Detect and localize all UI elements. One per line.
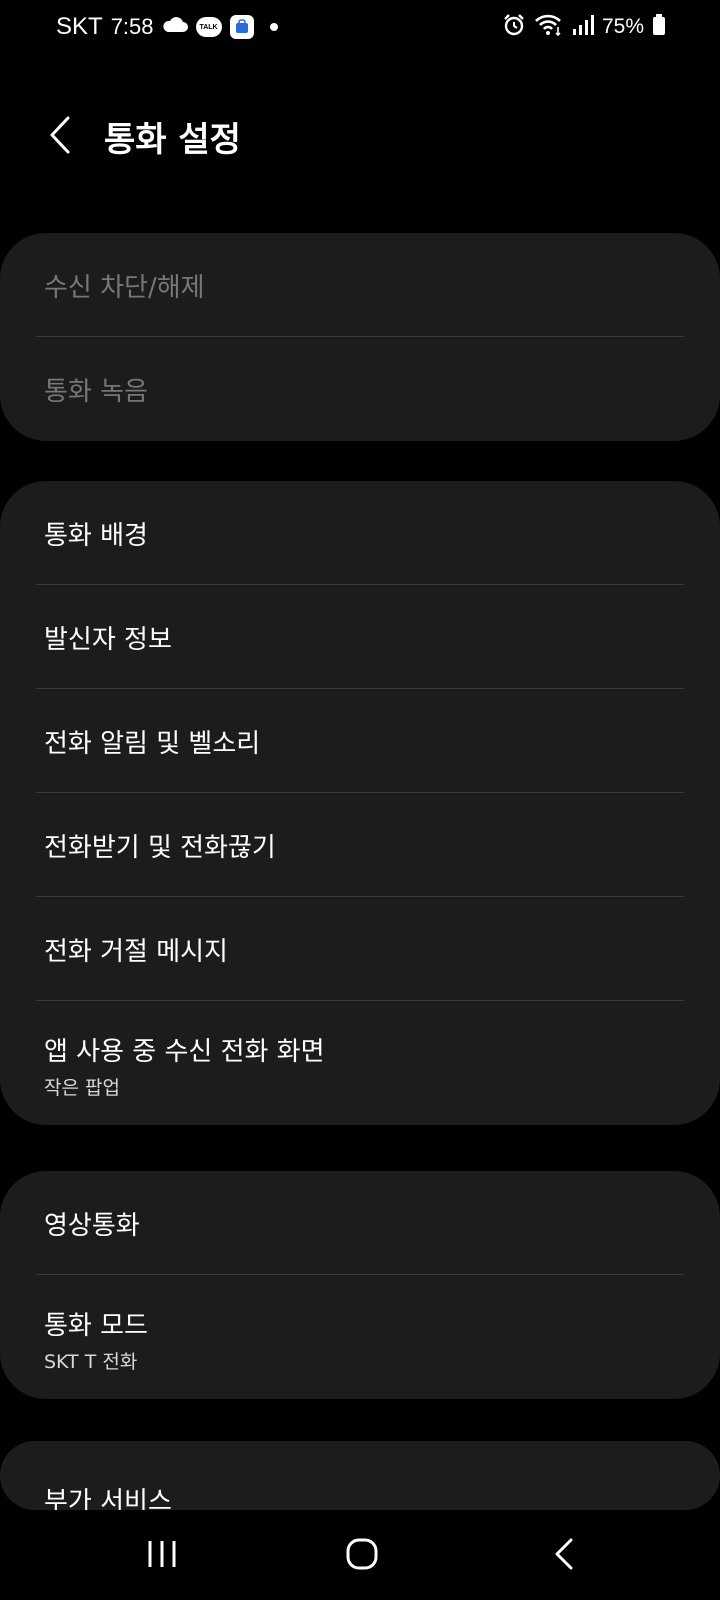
- menu-item-call-alerts-ringtone[interactable]: 전화 알림 및 벨소리: [0, 689, 720, 793]
- menu-item-value: SKT T 전화: [44, 1351, 138, 1373]
- menu-item-value: 작은 팝업: [44, 1077, 120, 1099]
- menu-item-reject-messages[interactable]: 전화 거절 메시지: [0, 897, 720, 1001]
- menu-item-video-call[interactable]: 영상통화: [0, 1171, 720, 1275]
- battery-percent: 75%: [601, 15, 644, 38]
- menu-item-block-calls[interactable]: 수신 차단/해제: [0, 233, 720, 337]
- home-button[interactable]: [322, 1524, 402, 1584]
- menu-item-call-mode[interactable]: 통화 모드 SKT T 전화: [0, 1275, 720, 1399]
- notification-dot-icon: [269, 23, 278, 31]
- back-button[interactable]: [40, 110, 80, 160]
- menu-item-label: 발신자 정보: [44, 625, 172, 655]
- settings-group-call-display: 통화 배경 발신자 정보 전화 알림 및 벨소리 전화받기 및 전화끊기 전화 …: [0, 481, 720, 1125]
- nav-back-button[interactable]: [524, 1524, 604, 1584]
- settings-group-call-mode: 영상통화 통화 모드 SKT T 전화: [0, 1171, 720, 1399]
- cloud-icon: [162, 15, 188, 40]
- settings-group-extra: 부가 서비스: [0, 1441, 720, 1510]
- settings-group-blocking: 수신 차단/해제 통화 녹음: [0, 233, 720, 441]
- menu-item-additional-services[interactable]: 부가 서비스: [0, 1441, 720, 1510]
- alarm-icon: [502, 13, 526, 41]
- kakaotalk-icon: TALK: [195, 17, 222, 37]
- status-bar: SKT 7:58 TALK 75%: [0, 0, 720, 52]
- menu-item-label: 부가 서비스: [44, 1487, 172, 1510]
- menu-item-label: 수신 차단/해제: [44, 273, 205, 303]
- signal-icon: [572, 14, 594, 40]
- menu-item-label: 통화 녹음: [44, 377, 148, 407]
- menu-item-label: 영상통화: [44, 1211, 140, 1241]
- menu-item-answer-end-calls[interactable]: 전화받기 및 전화끊기: [0, 793, 720, 897]
- navigation-bar: [0, 1510, 720, 1600]
- back-icon: [555, 1538, 573, 1570]
- menu-item-label: 전화 거절 메시지: [44, 937, 228, 967]
- menu-item-label: 통화 모드: [44, 1311, 148, 1341]
- menu-item-label: 앱 사용 중 수신 전화 화면: [44, 1037, 325, 1067]
- menu-item-call-background[interactable]: 통화 배경: [0, 481, 720, 585]
- store-app-icon: [229, 15, 254, 39]
- menu-item-label: 전화 알림 및 벨소리: [44, 729, 261, 759]
- home-icon: [346, 1538, 378, 1570]
- recents-button[interactable]: [122, 1524, 202, 1584]
- status-left: SKT 7:58 TALK: [56, 12, 278, 42]
- status-right: 75%: [502, 12, 666, 42]
- menu-item-label: 통화 배경: [44, 521, 148, 551]
- menu-item-incoming-call-display[interactable]: 앱 사용 중 수신 전화 화면 작은 팝업: [0, 1001, 720, 1125]
- clock: 7:58: [110, 14, 154, 39]
- app-header: 통화 설정: [0, 100, 720, 170]
- page-title: 통화 설정: [104, 120, 241, 160]
- chevron-left-icon: [50, 116, 70, 154]
- menu-item-label: 전화받기 및 전화끊기: [44, 833, 276, 863]
- recents-icon: [148, 1541, 176, 1567]
- battery-icon: [652, 14, 666, 40]
- menu-item-call-recording[interactable]: 통화 녹음: [0, 337, 720, 441]
- carrier-label: SKT: [56, 13, 103, 40]
- wifi-icon: [534, 13, 564, 41]
- menu-item-caller-info[interactable]: 발신자 정보: [0, 585, 720, 689]
